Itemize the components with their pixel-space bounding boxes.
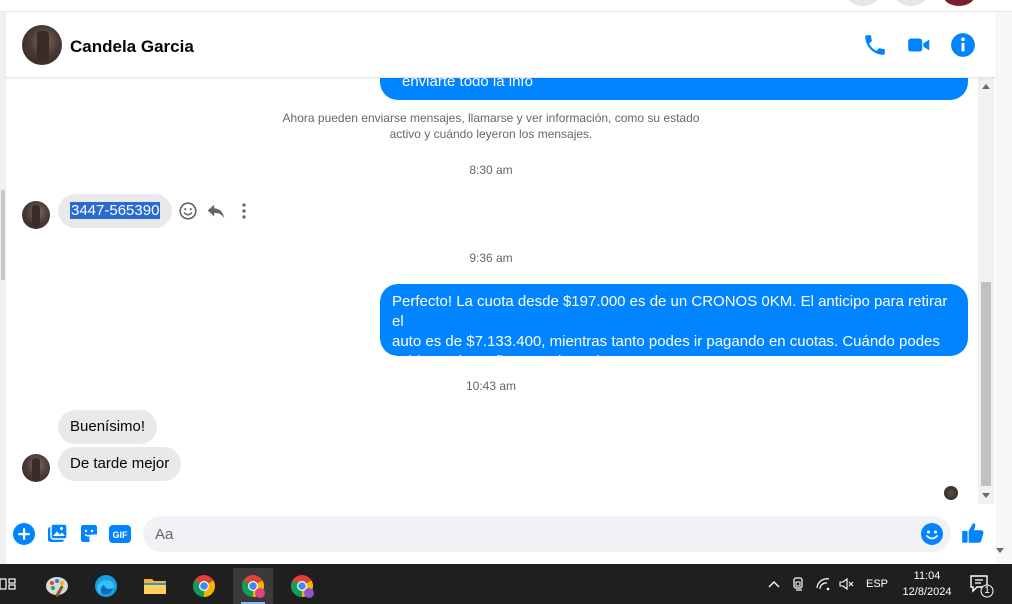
input-language[interactable]: ESP [866,578,888,590]
taskbar-file-explorer-app[interactable] [135,568,175,604]
chat-header: Candela Garcia [6,12,996,78]
system-note-line: activo y cuándo leyeron los mensajes. [389,127,593,141]
seen-indicator-avatar [944,486,958,500]
timestamp: 8:30 am [469,163,513,177]
edge-browser-icon [95,575,117,597]
gif-icon[interactable]: GIF [108,522,132,546]
taskbar-paint-app[interactable] [37,568,77,604]
taskbar-chrome-profile-app[interactable] [233,568,273,604]
incoming-message[interactable]: Buenísimo! [58,410,158,444]
contact-avatar[interactable] [22,25,62,65]
clock-date: 12/8/2024 [902,586,952,598]
chrome-icon [193,575,215,597]
top-profile-avatar[interactable] [942,0,976,6]
message-composer: GIF [6,504,996,564]
chevron-up-icon[interactable] [766,576,782,592]
system-note-line: Ahora pueden enviarse mensajes, llamarse… [282,111,700,125]
taskbar-edge-app[interactable] [86,568,126,604]
system-note: Ahora pueden enviarse mensajes, llamarse… [256,110,726,142]
scroll-down-arrow[interactable] [982,493,990,498]
wifi-icon[interactable] [815,576,831,592]
contact-avatar-small[interactable] [22,454,50,482]
incoming-message[interactable]: De tarde mejor [58,447,182,481]
photo-icon[interactable] [45,522,69,546]
message-text-line: hablar? A la mañana o a la tarde? [392,353,617,370]
phone-icon[interactable] [862,32,888,58]
message-text: enviarte todo la info [402,78,533,90]
more-icon[interactable] [233,200,255,222]
chat-window: Candela Garcia enviarte todo la info Aho… [6,12,996,564]
reply-icon[interactable] [205,200,227,222]
page-scrollbar[interactable] [996,12,1012,564]
taskbar-chrome-profile-app-2[interactable] [282,568,322,604]
video-camera-icon[interactable] [906,32,932,58]
scroll-up-arrow[interactable] [982,84,990,89]
system-clock[interactable]: 11:04 12/8/2024 [897,568,957,600]
timestamp: 10:43 am [465,379,517,393]
notification-count: 1 [984,585,990,596]
message-input[interactable] [143,516,951,552]
svg-text:GIF: GIF [113,530,129,540]
chrome-profile-icon [291,575,314,598]
top-button[interactable] [894,0,928,6]
page-scroll-down-arrow[interactable] [996,548,1004,553]
emoji-icon[interactable] [920,522,944,546]
clock-time: 11:04 [913,570,941,582]
outgoing-message[interactable]: Perfecto! La cuota desde $197.000 es de … [380,284,968,370]
message-text-line: Perfecto! La cuota desde $197.000 es de … [392,293,948,330]
volume-muted-icon[interactable] [838,576,854,592]
scroll-thumb[interactable] [981,282,991,486]
timestamp: 9:36 am [469,251,513,265]
contact-avatar-small[interactable] [22,201,50,229]
message-scrollbar[interactable] [978,78,994,504]
react-smiley-icon[interactable] [177,200,199,222]
meet-now-icon[interactable] [791,576,807,592]
taskbar-chrome-app[interactable] [184,568,224,604]
thumbs-up-icon[interactable] [960,520,986,546]
plus-icon[interactable] [12,522,36,546]
message-list[interactable]: enviarte todo la info Ahora pueden envia… [6,78,978,504]
taskbar: ESP 11:04 12/8/2024 1 [0,564,1012,604]
message-text-line: auto es de $7.133.400, mientras tanto po… [392,333,940,350]
info-icon[interactable] [950,32,976,58]
paint-palette-icon [46,577,68,597]
sticker-icon[interactable] [77,522,101,546]
folder-icon [144,579,166,594]
outgoing-message-partial[interactable]: enviarte todo la info [380,78,968,100]
contact-name[interactable]: Candela Garcia [70,37,194,57]
selected-phone-number[interactable]: 3447-565390 [70,202,161,219]
incoming-message[interactable]: 3447-565390 [58,194,173,228]
task-view-icon[interactable] [0,576,16,592]
browser-top-strip [0,0,1012,12]
chrome-profile-icon [242,575,265,598]
top-button[interactable] [846,0,880,6]
